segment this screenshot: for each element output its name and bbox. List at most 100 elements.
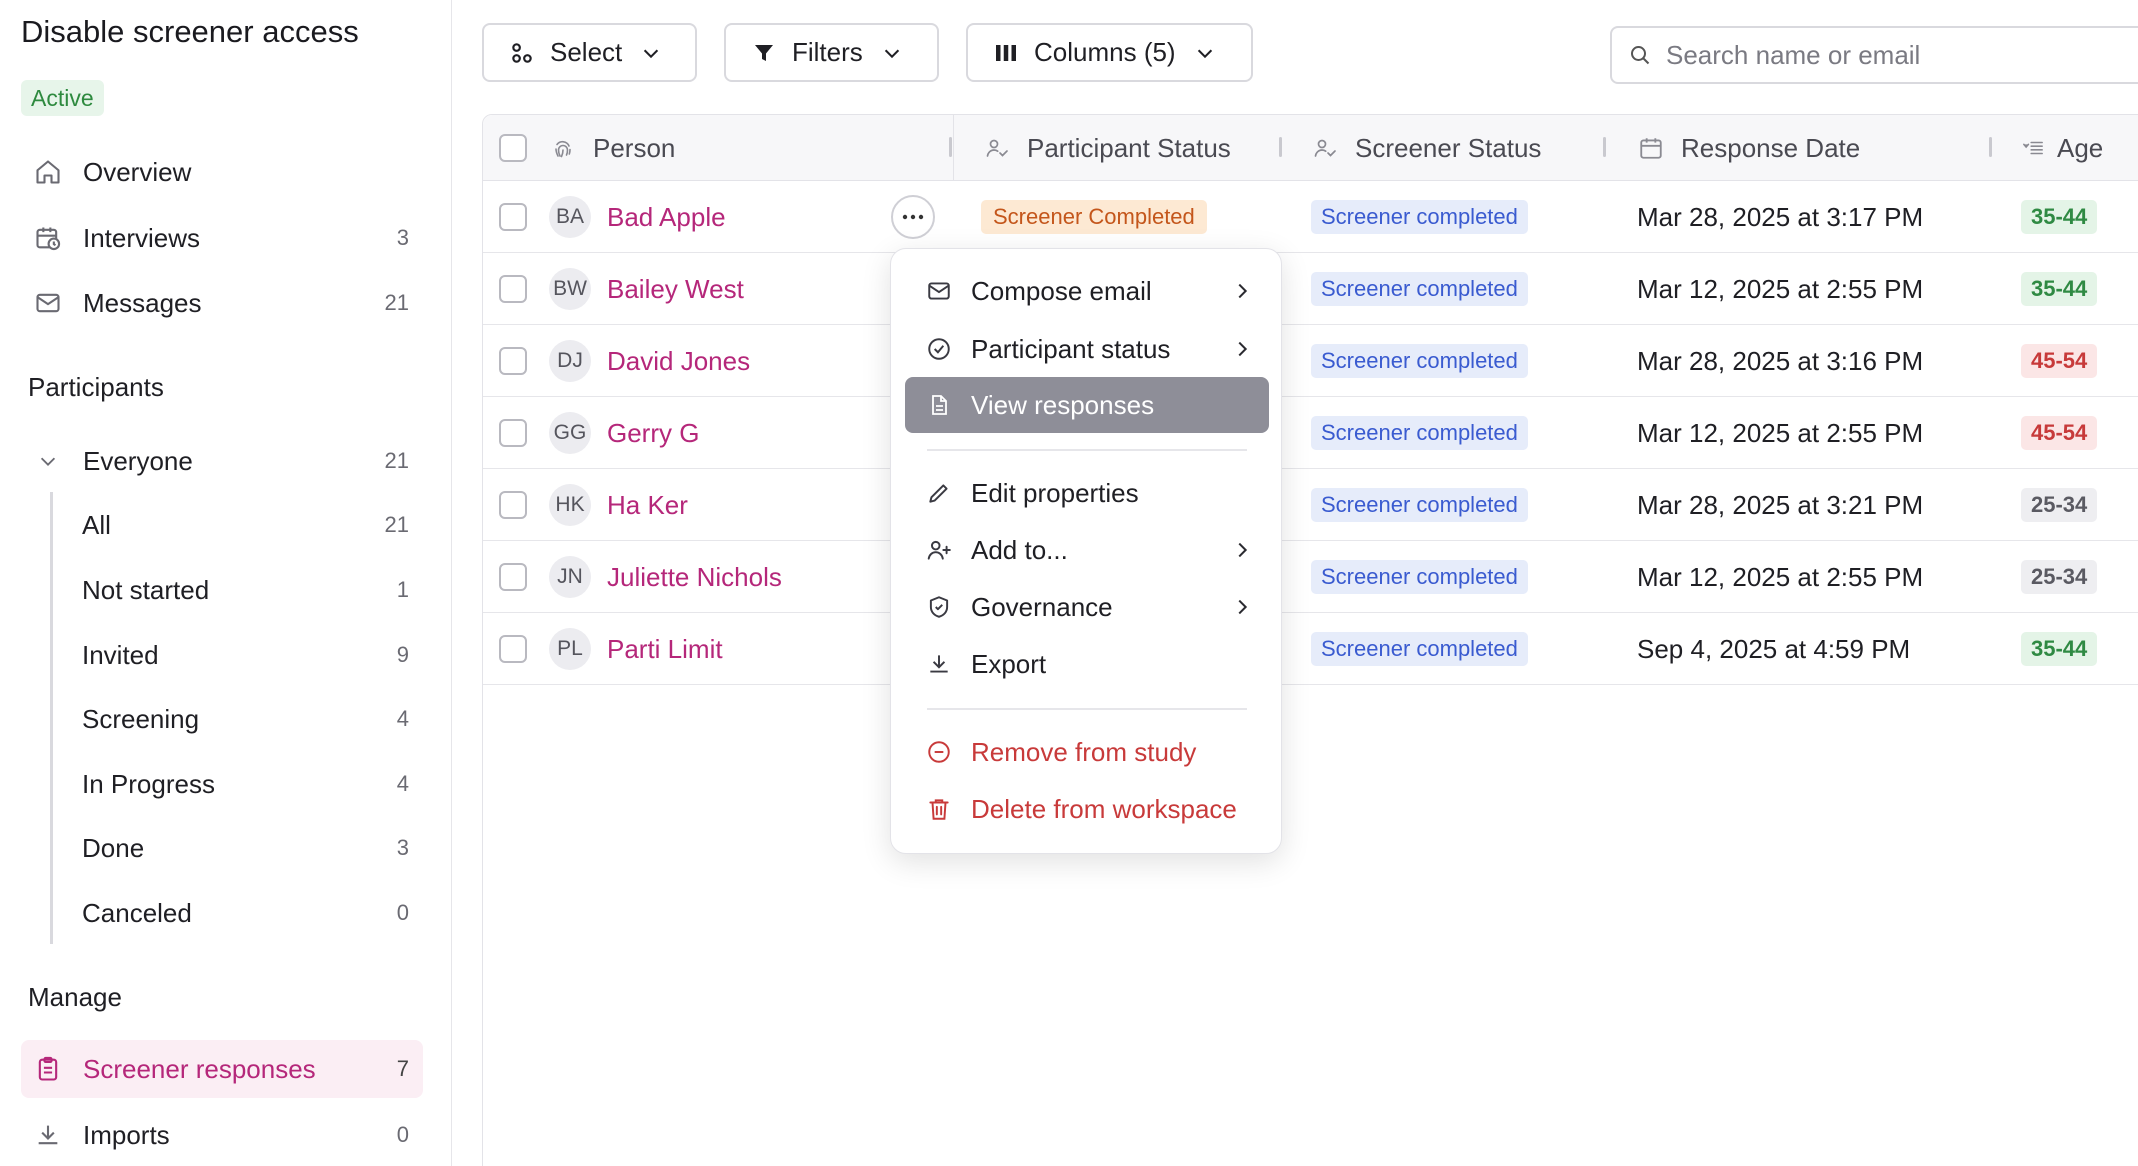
table-row[interactable]: PL Parti Limit Screener completed Sep 4,… bbox=[483, 613, 2138, 685]
filter-label: Done bbox=[82, 832, 145, 863]
age-badge: 35-44 bbox=[2021, 200, 2098, 234]
participants-filter-canceled[interactable]: Canceled 0 bbox=[70, 884, 423, 942]
column-resize-handle[interactable] bbox=[1989, 137, 1992, 157]
filter-count: 0 bbox=[396, 900, 409, 925]
search-box[interactable] bbox=[1610, 26, 2138, 84]
column-screener-status[interactable]: Screener Status bbox=[1311, 115, 1541, 181]
nav-interviews-count: 3 bbox=[396, 225, 409, 250]
column-person[interactable]: Person bbox=[549, 115, 675, 181]
participants-filter-in-progress[interactable]: In Progress 4 bbox=[70, 755, 423, 813]
menu-edit-properties[interactable]: Edit properties bbox=[905, 465, 1269, 521]
row-checkbox[interactable] bbox=[499, 419, 527, 447]
menu-governance[interactable]: Governance bbox=[905, 579, 1269, 635]
participants-table: Person Participant Status Screener Statu… bbox=[482, 114, 2138, 1166]
select-button-label: Select bbox=[550, 37, 623, 67]
participants-filter-all[interactable]: All 21 bbox=[70, 496, 423, 554]
shield-check-icon bbox=[925, 593, 953, 621]
row-checkbox[interactable] bbox=[499, 275, 527, 303]
menu-item-label: Add to... bbox=[971, 534, 1068, 565]
menu-participant-status[interactable]: Participant status bbox=[905, 321, 1269, 377]
person-name-link[interactable]: Bailey West bbox=[607, 253, 744, 325]
menu-delete-from-workspace[interactable]: Delete from workspace bbox=[905, 781, 1269, 837]
menu-compose-email[interactable]: Compose email bbox=[905, 263, 1269, 319]
column-response-date-label: Response Date bbox=[1681, 132, 1861, 163]
table-row[interactable]: HK Ha Ker Screener completed Mar 28, 202… bbox=[483, 469, 2138, 541]
search-input[interactable] bbox=[1666, 39, 2066, 71]
column-resize-handle[interactable] bbox=[949, 137, 952, 157]
participants-filter-screening[interactable]: Screening 4 bbox=[70, 690, 423, 748]
chevron-down-icon[interactable] bbox=[33, 446, 63, 476]
menu-export[interactable]: Export bbox=[905, 636, 1269, 692]
response-date: Sep 4, 2025 at 4:59 PM bbox=[1637, 634, 1911, 664]
participants-filter-not-started[interactable]: Not started 1 bbox=[70, 561, 423, 619]
avatar: BW bbox=[549, 268, 591, 310]
mail-icon bbox=[925, 277, 953, 305]
column-age[interactable]: Age bbox=[2019, 115, 2103, 181]
nav-everyone[interactable]: Everyone 21 bbox=[21, 432, 423, 490]
column-resize-handle[interactable] bbox=[1279, 137, 1282, 157]
menu-view-responses[interactable]: View responses bbox=[905, 377, 1269, 433]
table-row[interactable]: BA Bad Apple Screener Completed Screener… bbox=[483, 181, 2138, 253]
menu-remove-from-study[interactable]: Remove from study bbox=[905, 724, 1269, 780]
nav-overview[interactable]: Overview bbox=[21, 143, 423, 201]
columns-icon bbox=[992, 39, 1020, 67]
study-status-badge: Active bbox=[21, 80, 104, 116]
filters-button[interactable]: Filters bbox=[724, 23, 939, 82]
person-name-link[interactable]: Ha Ker bbox=[607, 469, 688, 541]
avatar: JN bbox=[549, 556, 591, 598]
row-checkbox[interactable] bbox=[499, 491, 527, 519]
row-context-menu: Compose email Participant status View re… bbox=[890, 248, 1282, 854]
fingerprint-icon bbox=[549, 134, 577, 162]
person-name-link[interactable]: Bad Apple bbox=[607, 181, 726, 253]
table-row[interactable]: DJ David Jones Screener completed Mar 28… bbox=[483, 325, 2138, 397]
row-checkbox[interactable] bbox=[499, 347, 527, 375]
select-shapes-icon bbox=[508, 39, 536, 67]
row-checkbox[interactable] bbox=[499, 563, 527, 591]
avatar: HK bbox=[549, 484, 591, 526]
table-row[interactable]: BW Bailey West Screener completed Mar 12… bbox=[483, 253, 2138, 325]
funnel-icon bbox=[750, 39, 778, 67]
person-name-link[interactable]: Parti Limit bbox=[607, 613, 723, 685]
screener-status-badge: Screener completed bbox=[1311, 200, 1528, 234]
row-actions-button[interactable] bbox=[891, 195, 935, 239]
column-response-date[interactable]: Response Date bbox=[1637, 115, 1860, 181]
row-checkbox[interactable] bbox=[499, 635, 527, 663]
clipboard-icon bbox=[33, 1054, 63, 1084]
table-row[interactable]: JN Juliette Nichols Screener completed M… bbox=[483, 541, 2138, 613]
column-resize-handle[interactable] bbox=[1603, 137, 1606, 157]
column-participant-status[interactable]: Participant Status bbox=[983, 115, 1231, 181]
person-name-link[interactable]: Juliette Nichols bbox=[607, 541, 782, 613]
nav-messages[interactable]: Messages 21 bbox=[21, 274, 423, 332]
pencil-icon bbox=[925, 479, 953, 507]
select-all-checkbox[interactable] bbox=[499, 134, 527, 162]
menu-item-label: Edit properties bbox=[971, 477, 1139, 508]
column-person-label: Person bbox=[593, 132, 676, 163]
participants-filter-invited[interactable]: Invited 9 bbox=[70, 626, 423, 684]
menu-add-to[interactable]: Add to... bbox=[905, 522, 1269, 578]
nav-everyone-count: 21 bbox=[384, 448, 409, 473]
manage-section-label: Manage bbox=[28, 982, 122, 1012]
screener-status-badge: Screener completed bbox=[1311, 488, 1528, 522]
menu-item-label: Export bbox=[971, 648, 1047, 679]
select-button[interactable]: Select bbox=[482, 23, 697, 82]
chevron-right-icon bbox=[1231, 539, 1253, 561]
home-icon bbox=[33, 157, 63, 187]
row-checkbox[interactable] bbox=[499, 203, 527, 231]
screener-status-badge: Screener completed bbox=[1311, 344, 1528, 378]
document-icon bbox=[925, 391, 953, 419]
nav-interviews[interactable]: Interviews 3 bbox=[21, 209, 423, 267]
person-name-link[interactable]: Gerry G bbox=[607, 397, 699, 469]
nav-screener-responses[interactable]: Screener responses 7 bbox=[21, 1040, 423, 1098]
table-row[interactable]: GG Gerry G Screener completed Mar 12, 20… bbox=[483, 397, 2138, 469]
mail-icon bbox=[33, 288, 63, 318]
columns-button[interactable]: Columns (5) bbox=[966, 23, 1253, 82]
user-check-icon bbox=[983, 134, 1011, 162]
participants-filter-done[interactable]: Done 3 bbox=[70, 819, 423, 877]
column-screener-status-label: Screener Status bbox=[1355, 132, 1542, 163]
more-horizontal-icon bbox=[902, 214, 924, 220]
person-name-link[interactable]: David Jones bbox=[607, 325, 750, 397]
nav-imports[interactable]: Imports 0 bbox=[21, 1106, 423, 1164]
nav-interviews-label: Interviews bbox=[83, 222, 201, 253]
menu-item-label: Participant status bbox=[971, 333, 1171, 364]
filter-count: 4 bbox=[396, 706, 409, 731]
